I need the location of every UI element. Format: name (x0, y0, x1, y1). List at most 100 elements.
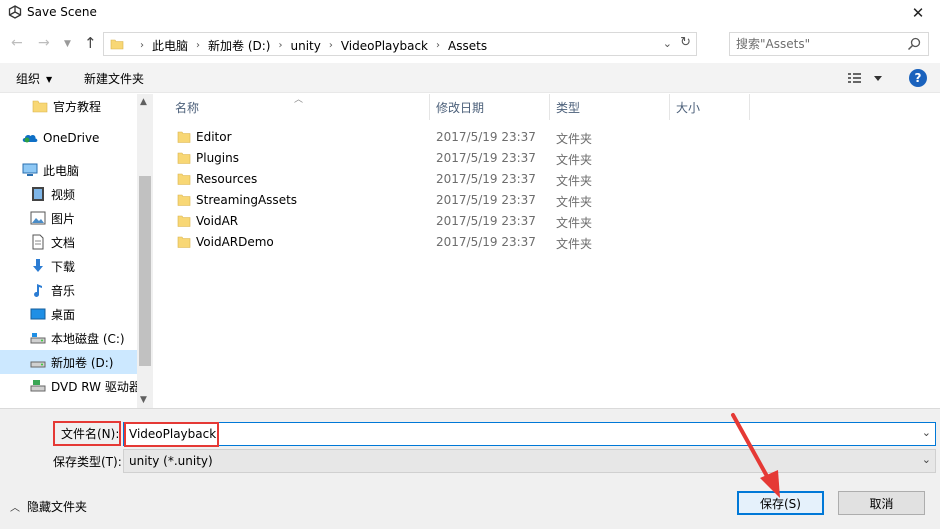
column-header-size[interactable]: 大小 (670, 94, 750, 120)
nav-item-label: 图片 (51, 211, 76, 226)
filetype-select[interactable]: unity (*.unity) ⌄ (123, 449, 936, 473)
chevron-right-icon[interactable]: › (329, 40, 333, 51)
nav-pane-scrollbar[interactable]: ▲ ▼ (137, 94, 153, 408)
breadcrumb-item[interactable]: 此电脑 (152, 37, 188, 54)
breadcrumb-item[interactable]: 新加卷 (D:) (208, 37, 270, 54)
file-name: Plugins (196, 151, 239, 165)
file-type: 文件夹 (556, 153, 593, 167)
help-icon[interactable]: ? (909, 69, 927, 87)
nav-item-label: 视频 (51, 187, 76, 202)
column-header-date[interactable]: 修改日期 (430, 94, 550, 120)
breadcrumb-item[interactable]: VideoPlayback (341, 39, 428, 53)
chevron-right-icon[interactable]: › (278, 40, 282, 51)
nav-item-desktop[interactable]: 桌面 (0, 302, 137, 326)
column-header-label: 大小 (676, 100, 701, 115)
chevron-right-icon[interactable]: › (196, 40, 200, 51)
caret-down-icon: ▼ (46, 75, 53, 84)
folder-icon (177, 173, 191, 185)
nav-item-drive-d[interactable]: 新加卷 (D:) (0, 350, 137, 374)
file-type: 文件夹 (556, 195, 593, 209)
scroll-up-icon[interactable]: ▲ (140, 97, 147, 107)
column-header-type[interactable]: 类型 (550, 94, 670, 120)
hide-folders-toggle[interactable]: ︿ 隐藏文件夹 (10, 498, 87, 515)
refresh-icon[interactable]: ↻ (680, 35, 691, 50)
nav-item-label: DVD RW 驱动器 (51, 379, 137, 394)
search-input[interactable] (736, 36, 906, 52)
nav-item-label: 官方教程 (53, 99, 102, 114)
nav-item-label: 本地磁盘 (C:) (51, 331, 125, 346)
new-folder-button[interactable]: 新建文件夹 (84, 70, 144, 87)
chevron-down-icon[interactable]: ⌄ (922, 426, 931, 439)
file-name: VoidAR (196, 214, 239, 228)
nav-item-label: 新加卷 (D:) (51, 355, 114, 370)
nav-item-label: 此电脑 (43, 163, 80, 178)
column-header-label: 名称 (175, 100, 200, 115)
file-list: ︿ 名称 修改日期 类型 大小 Editor 2017/5/19 23:37 文… (157, 94, 940, 408)
folder-icon (177, 215, 191, 227)
nav-item-this-pc[interactable]: 此电脑 (0, 158, 137, 182)
recent-locations-chevron-icon[interactable]: ▼ (64, 39, 71, 49)
nav-item-downloads[interactable]: 下载 (0, 254, 137, 278)
table-row[interactable]: VoidARDemo 2017/5/19 23:37 文件夹 (157, 232, 757, 253)
breadcrumb: › 此电脑 › 新加卷 (D:) › unity › VideoPlayback… (132, 37, 487, 54)
forward-arrow-icon[interactable]: → (38, 35, 50, 51)
nav-item-label: 音乐 (51, 283, 76, 298)
nav-item-dvd[interactable]: DVD RW 驱动器 (0, 374, 137, 398)
file-date: 2017/5/19 23:37 (436, 214, 536, 228)
folder-icon (32, 100, 48, 113)
nav-item-drive-c[interactable]: 本地磁盘 (C:) (0, 326, 137, 350)
scrollbar-thumb[interactable] (139, 176, 151, 366)
window-title: Save Scene (27, 5, 97, 19)
drive-icon (30, 333, 46, 344)
dvd-icon (30, 380, 46, 392)
table-row[interactable]: StreamingAssets 2017/5/19 23:37 文件夹 (157, 190, 757, 211)
nav-item-music[interactable]: 音乐 (0, 278, 137, 302)
document-icon (32, 234, 44, 250)
music-icon (34, 284, 42, 297)
sort-ascending-icon: ︿ (294, 95, 304, 105)
picture-icon (30, 211, 46, 225)
back-arrow-icon[interactable]: ← (11, 35, 23, 51)
filename-label: 文件名(N): (53, 421, 121, 446)
file-date: 2017/5/19 23:37 (436, 193, 536, 207)
search-box[interactable] (729, 32, 929, 56)
hide-folders-label: 隐藏文件夹 (27, 500, 88, 514)
filename-input[interactable] (129, 426, 909, 442)
chevron-right-icon[interactable]: › (436, 40, 440, 51)
address-bar[interactable]: › 此电脑 › 新加卷 (D:) › unity › VideoPlayback… (103, 32, 697, 56)
unity-icon (8, 5, 22, 19)
table-row[interactable]: Plugins 2017/5/19 23:37 文件夹 (157, 148, 757, 169)
nav-item-label: OneDrive (43, 131, 100, 145)
close-icon[interactable]: ✕ (896, 0, 940, 26)
nav-item-pictures[interactable]: 图片 (0, 206, 137, 230)
scroll-down-icon[interactable]: ▼ (140, 395, 147, 405)
table-row[interactable]: Resources 2017/5/19 23:37 文件夹 (157, 169, 757, 190)
save-button[interactable]: 保存(S) (737, 491, 824, 515)
organize-menu[interactable]: 组织 ▼ (16, 70, 52, 87)
chevron-up-icon: ︿ (10, 503, 20, 514)
nav-item-videos[interactable]: 视频 (0, 182, 137, 206)
file-type: 文件夹 (556, 237, 593, 251)
chevron-down-icon[interactable]: ⌄ (922, 453, 931, 466)
filetype-label: 保存类型(T): (53, 455, 122, 469)
cancel-button[interactable]: 取消 (838, 491, 925, 515)
column-header-name[interactable]: ︿ 名称 (157, 94, 430, 120)
view-options-icon[interactable] (846, 70, 886, 86)
search-icon[interactable] (907, 37, 921, 51)
nav-item-documents[interactable]: 文档 (0, 230, 137, 254)
table-row[interactable]: VoidAR 2017/5/19 23:37 文件夹 (157, 211, 757, 232)
file-type: 文件夹 (556, 132, 593, 146)
navigation-pane: 官方教程 OneDrive 此电脑 视频 图片 文档 下载 音乐 桌面 本地磁盘… (0, 94, 153, 408)
chevron-down-icon[interactable]: ⌄ (663, 37, 672, 50)
folder-icon (177, 236, 191, 248)
filename-field[interactable]: ⌄ (123, 422, 936, 447)
breadcrumb-item[interactable]: unity (290, 39, 320, 53)
table-row[interactable]: Editor 2017/5/19 23:37 文件夹 (157, 127, 757, 148)
file-type: 文件夹 (556, 216, 593, 230)
drive-icon (30, 361, 46, 368)
up-arrow-icon[interactable]: ↑ (84, 34, 97, 52)
nav-item-label: 桌面 (51, 307, 76, 322)
breadcrumb-item[interactable]: Assets (448, 39, 487, 53)
nav-item-tutorials[interactable]: 官方教程 (0, 94, 137, 118)
nav-item-onedrive[interactable]: OneDrive (0, 126, 137, 150)
